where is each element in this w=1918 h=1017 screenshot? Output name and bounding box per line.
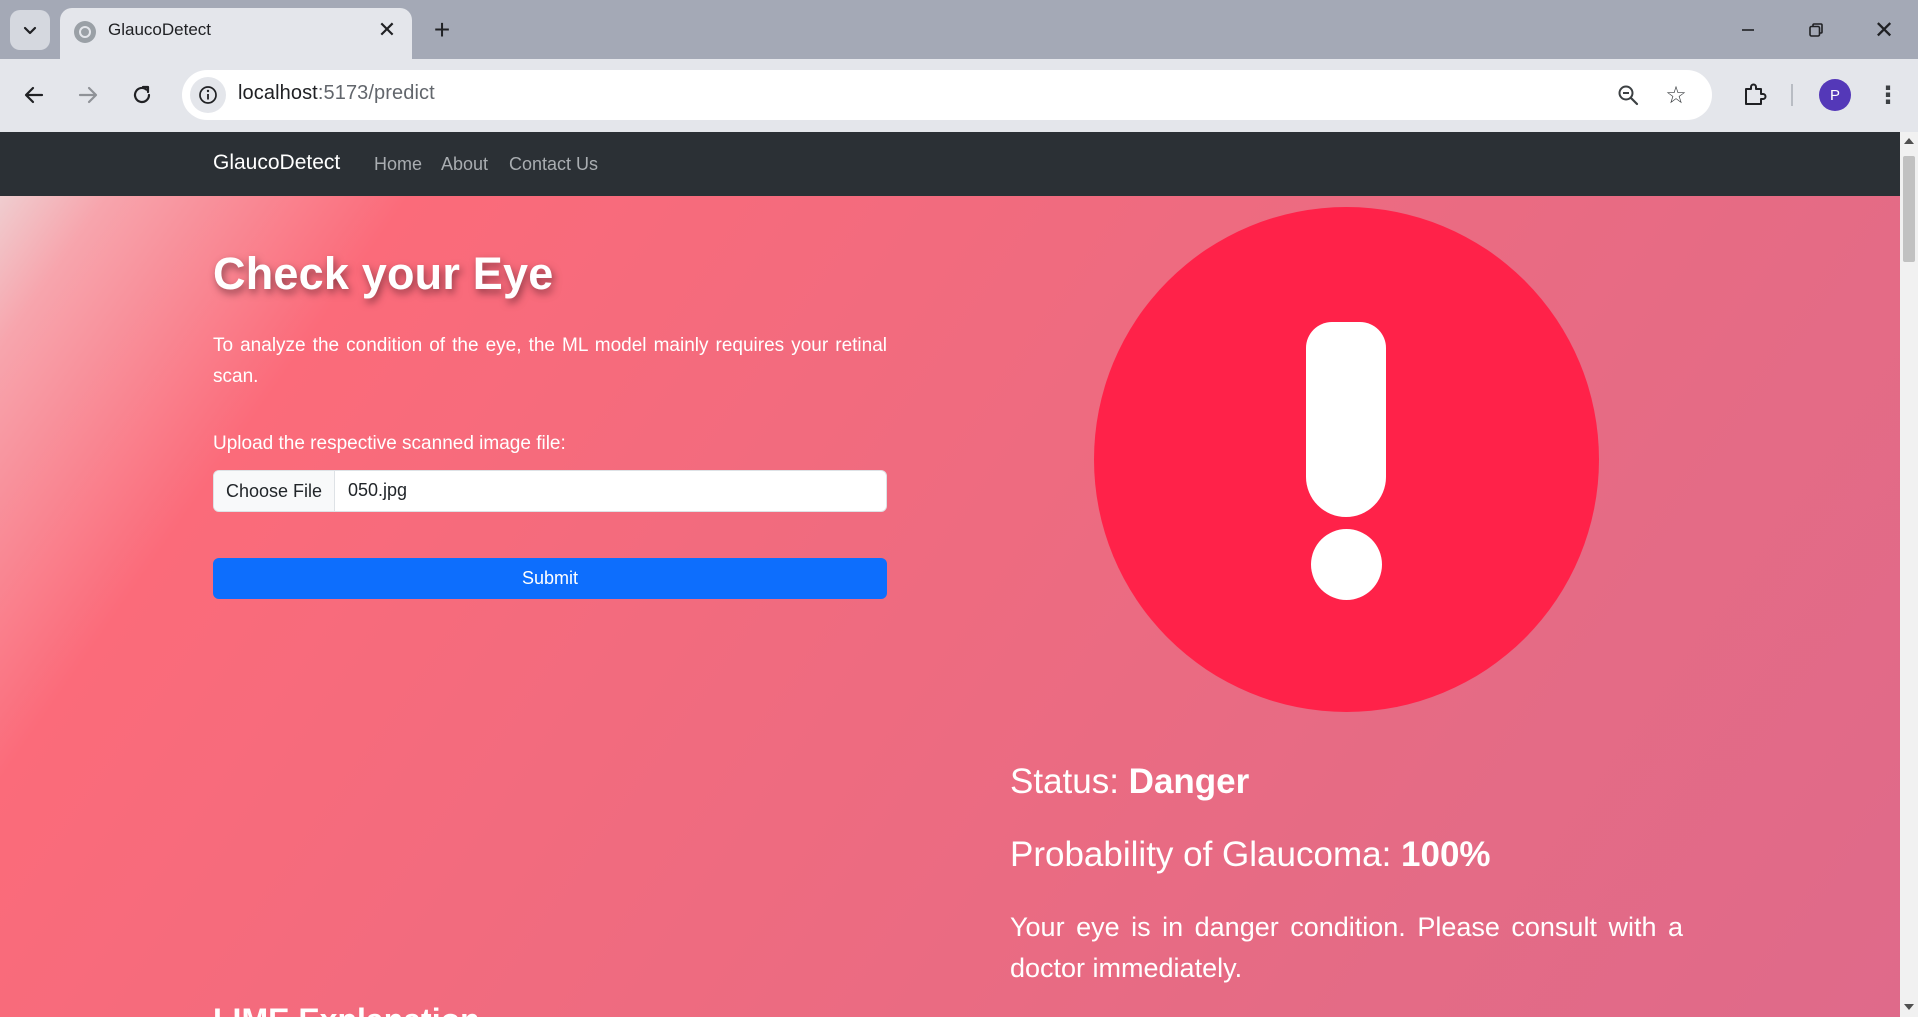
chevron-down-icon (23, 26, 37, 35)
submit-button[interactable]: Submit (213, 558, 887, 599)
upload-label: Upload the respective scanned image file… (213, 433, 566, 454)
reload-icon (133, 85, 151, 104)
advice-text: Your eye is in danger condition. Please … (1010, 912, 1683, 983)
restore-button[interactable] (1790, 8, 1842, 52)
site-navbar: GlaucoDetect Home About Contact Us (0, 132, 1900, 196)
navbar-brand[interactable]: GlaucoDetect (213, 151, 340, 175)
nav-link-about[interactable]: About (441, 154, 488, 175)
scroll-thumb[interactable] (1903, 156, 1915, 262)
address-bar[interactable]: localhost:5173/predict ☆ (182, 70, 1712, 120)
minimize-button[interactable] (1722, 8, 1774, 52)
nav-link-contact[interactable]: Contact Us (509, 154, 598, 175)
close-tab-button[interactable]: ✕ (374, 17, 400, 43)
browser-toolbar: localhost:5173/predict ☆ P ⋮ (0, 59, 1918, 132)
page-scrollbar[interactable] (1900, 132, 1918, 1017)
restore-icon (1809, 23, 1823, 37)
forward-button[interactable] (68, 75, 108, 115)
browser-menu-button[interactable]: ⋮ (1872, 79, 1904, 111)
url-text[interactable]: localhost:5173/predict (238, 82, 435, 105)
browser-tabstrip: GlaucoDetect ✕ + ✕ (0, 0, 1918, 60)
exclamation-bar (1306, 322, 1386, 517)
arrow-left-icon (24, 86, 44, 104)
zoom-button[interactable] (1614, 81, 1642, 109)
back-button[interactable] (14, 75, 54, 115)
status-label: Status: (1010, 762, 1129, 801)
intro-text: To analyze the condition of the eye, the… (213, 335, 887, 387)
tab-search-button[interactable] (10, 10, 50, 50)
url-host: localhost (238, 82, 318, 104)
window-close-button[interactable]: ✕ (1858, 8, 1910, 52)
globe-icon (74, 21, 96, 43)
probability-value: 100% (1401, 835, 1491, 874)
probability-text: Probability of Glaucoma: 100% (1010, 835, 1491, 875)
scroll-down-arrow-icon[interactable] (1904, 1004, 1914, 1010)
page-title: Check your Eye (213, 248, 554, 299)
choose-file-button[interactable]: Choose File (214, 471, 335, 511)
zoom-out-icon (1618, 85, 1639, 106)
toolbar-divider (1791, 84, 1793, 106)
exclamation-dot (1311, 529, 1382, 600)
arrow-right-icon (78, 86, 98, 104)
probability-label: Probability of Glaucoma: (1010, 835, 1402, 874)
url-path: :5173/predict (317, 82, 435, 104)
lime-explanation-heading: LIME Explanation (213, 1002, 480, 1017)
page-viewport: GlaucoDetect Home About Contact Us Check… (0, 132, 1900, 1017)
status-text: Status: Danger (1010, 762, 1249, 802)
minimize-icon (1742, 29, 1754, 31)
reload-button[interactable] (122, 75, 162, 115)
puzzle-icon (1745, 83, 1767, 105)
scroll-up-arrow-icon[interactable] (1904, 138, 1914, 144)
bookmark-star-icon[interactable]: ☆ (1662, 81, 1690, 109)
info-icon (199, 86, 217, 104)
profile-avatar[interactable]: P (1819, 79, 1851, 111)
site-info-button[interactable] (190, 77, 226, 113)
selected-file-name: 050.jpg (348, 480, 408, 500)
exclamation-icon (1094, 207, 1599, 712)
browser-tab[interactable]: GlaucoDetect ✕ (60, 8, 412, 60)
new-tab-button[interactable]: + (424, 10, 460, 50)
status-value: Danger (1128, 762, 1250, 801)
nav-link-home[interactable]: Home (374, 154, 422, 175)
file-input[interactable]: Choose File 050.jpg (213, 470, 887, 512)
tab-title: GlaucoDetect (108, 20, 211, 39)
extensions-button[interactable] (1738, 77, 1772, 111)
